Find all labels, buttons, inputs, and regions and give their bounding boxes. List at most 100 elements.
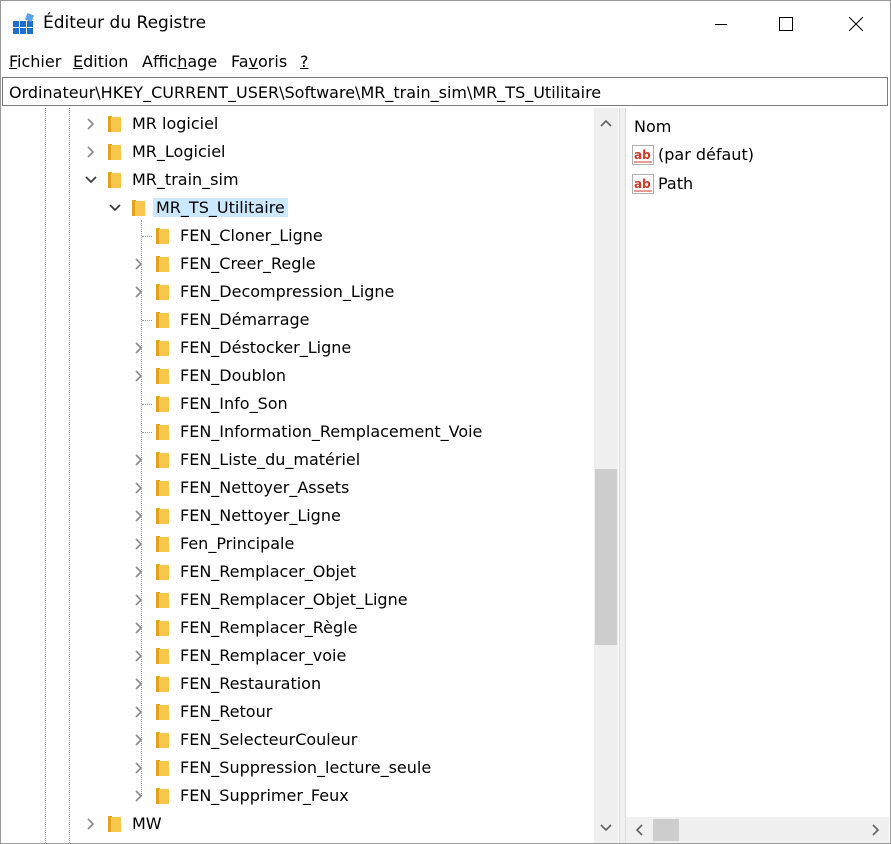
tree-item[interactable]: FEN_SelecteurCouleur bbox=[2, 726, 592, 754]
chevron-right-icon[interactable] bbox=[133, 257, 145, 271]
tree-item-label: FEN_Démarrage bbox=[180, 310, 310, 329]
chevron-right-icon[interactable] bbox=[133, 677, 145, 691]
chevron-right-icon[interactable] bbox=[133, 733, 145, 747]
chevron-left-icon bbox=[635, 824, 643, 836]
menu-aide[interactable]: ? bbox=[300, 52, 309, 71]
tree-item-label: MR_Logiciel bbox=[132, 142, 226, 161]
tree-item-label: FEN_Supprimer_Feux bbox=[180, 786, 349, 805]
tree-item[interactable]: FEN_Remplacer_Règle bbox=[2, 614, 592, 642]
chevron-right-icon[interactable] bbox=[133, 481, 145, 495]
scroll-up-button[interactable] bbox=[594, 112, 618, 134]
tree-item[interactable]: FEN_Nettoyer_Ligne bbox=[2, 502, 592, 530]
chevron-right-icon[interactable] bbox=[133, 509, 145, 523]
tree-item[interactable]: MW bbox=[2, 810, 592, 838]
tree-item[interactable]: MR logiciel bbox=[2, 110, 592, 138]
tree-item[interactable]: FEN_Cloner_Ligne bbox=[2, 222, 592, 250]
chevron-right-icon bbox=[872, 824, 880, 836]
folder-icon bbox=[156, 564, 169, 580]
tree-item-label: FEN_Doublon bbox=[180, 366, 287, 385]
chevron-down-icon[interactable] bbox=[109, 201, 121, 215]
chevron-down-icon[interactable] bbox=[85, 173, 97, 187]
tree-item[interactable]: FEN_Démarrage bbox=[2, 306, 592, 334]
folder-icon bbox=[156, 480, 169, 496]
chevron-right-icon[interactable] bbox=[133, 789, 145, 803]
folder-icon bbox=[156, 788, 169, 804]
tree-line bbox=[142, 432, 152, 433]
tree-item[interactable]: FEN_Retour bbox=[2, 698, 592, 726]
list-horizontal-scrollbar[interactable] bbox=[626, 817, 889, 843]
chevron-right-icon[interactable] bbox=[85, 117, 97, 131]
tree-item-label: FEN_Info_Son bbox=[180, 394, 288, 413]
chevron-right-icon[interactable] bbox=[133, 621, 145, 635]
chevron-right-icon[interactable] bbox=[133, 369, 145, 383]
folder-icon bbox=[156, 676, 169, 692]
folder-icon bbox=[156, 648, 169, 664]
folder-icon bbox=[156, 368, 169, 384]
tree-item-label: FEN_Retour bbox=[180, 702, 273, 721]
chevron-right-icon[interactable] bbox=[133, 593, 145, 607]
tree-item[interactable]: FEN_Supprimer_Feux bbox=[2, 782, 592, 810]
scroll-thumb[interactable] bbox=[653, 819, 679, 841]
maximize-button[interactable] bbox=[763, 1, 809, 47]
string-value-icon: ab bbox=[632, 174, 654, 194]
tree-item[interactable]: FEN_Liste_du_matériel bbox=[2, 446, 592, 474]
tree-item[interactable]: FEN_Creer_Regle bbox=[2, 250, 592, 278]
tree-item[interactable]: MR_train_sim bbox=[2, 166, 592, 194]
scroll-right-button[interactable] bbox=[863, 817, 889, 843]
scroll-thumb[interactable] bbox=[595, 469, 617, 645]
scroll-down-button[interactable] bbox=[594, 817, 618, 839]
tree-item[interactable]: FEN_Decompression_Ligne bbox=[2, 278, 592, 306]
chevron-right-icon[interactable] bbox=[133, 341, 145, 355]
chevron-right-icon[interactable] bbox=[133, 285, 145, 299]
tree-item[interactable]: FEN_Remplacer_Objet_Ligne bbox=[2, 586, 592, 614]
chevron-right-icon[interactable] bbox=[85, 817, 97, 831]
menu-bar: Fichier Edition Affichage Favoris ? bbox=[1, 48, 890, 76]
chevron-right-icon[interactable] bbox=[133, 649, 145, 663]
tree-item[interactable]: FEN_Suppression_lecture_seule bbox=[2, 754, 592, 782]
menu-affichage[interactable]: Affichage bbox=[142, 52, 217, 71]
tree-item[interactable]: FEN_Déstocker_Ligne bbox=[2, 334, 592, 362]
tree-item[interactable]: FEN_Doublon bbox=[2, 362, 592, 390]
folder-icon bbox=[156, 340, 169, 356]
key-tree[interactable]: MR logiciel MR_Logiciel MR_train_sim MR_TS_… bbox=[2, 108, 619, 843]
address-bar[interactable]: Ordinateur\HKEY_CURRENT_USER\Software\MR… bbox=[2, 77, 888, 106]
chevron-right-icon[interactable] bbox=[85, 145, 97, 159]
minimize-icon bbox=[715, 24, 727, 25]
pane-splitter[interactable] bbox=[619, 108, 626, 843]
close-button[interactable] bbox=[833, 1, 879, 47]
column-header-name[interactable]: Nom bbox=[634, 117, 671, 136]
maximize-icon bbox=[779, 17, 793, 31]
chevron-right-icon[interactable] bbox=[133, 453, 145, 467]
minimize-button[interactable] bbox=[698, 1, 744, 47]
tree-item-label: FEN_Remplacer_Objet bbox=[180, 562, 357, 581]
chevron-up-icon bbox=[600, 119, 612, 127]
value-list[interactable]: Nom ab (par défaut) ab Path bbox=[626, 108, 889, 843]
tree-item[interactable]: MR_Logiciel bbox=[2, 138, 592, 166]
tree-item[interactable]: FEN_Remplacer_voie bbox=[2, 642, 592, 670]
tree-item[interactable]: FEN_Restauration bbox=[2, 670, 592, 698]
tree-line bbox=[142, 236, 152, 237]
menu-edition[interactable]: Edition bbox=[73, 52, 128, 71]
tree-item-label: FEN_SelecteurCouleur bbox=[180, 730, 358, 749]
tree-item[interactable]: FEN_Remplacer_Objet bbox=[2, 558, 592, 586]
chevron-right-icon[interactable] bbox=[133, 761, 145, 775]
chevron-right-icon[interactable] bbox=[133, 705, 145, 719]
folder-icon bbox=[108, 816, 121, 832]
tree-item-label: FEN_Nettoyer_Assets bbox=[180, 478, 350, 497]
tree-item[interactable]: FEN_Info_Son bbox=[2, 390, 592, 418]
menu-fichier[interactable]: Fichier bbox=[9, 52, 61, 71]
tree-item[interactable]: FEN_Information_Remplacement_Voie bbox=[2, 418, 592, 446]
folder-icon bbox=[156, 620, 169, 636]
chevron-right-icon[interactable] bbox=[133, 565, 145, 579]
folder-icon bbox=[156, 704, 169, 720]
scroll-left-button[interactable] bbox=[626, 817, 652, 843]
menu-favoris[interactable]: Favoris bbox=[231, 52, 287, 71]
tree-item[interactable]: MR_TS_Utilitaire bbox=[2, 194, 592, 222]
chevron-right-icon[interactable] bbox=[133, 537, 145, 551]
tree-item[interactable]: FEN_Nettoyer_Assets bbox=[2, 474, 592, 502]
tree-line bbox=[142, 320, 152, 321]
tree-vertical-scrollbar[interactable] bbox=[594, 108, 618, 843]
tree-item[interactable]: Fen_Principale bbox=[2, 530, 592, 558]
string-value-icon: ab bbox=[632, 145, 654, 165]
tree-item-label: FEN_Cloner_Ligne bbox=[180, 226, 323, 245]
